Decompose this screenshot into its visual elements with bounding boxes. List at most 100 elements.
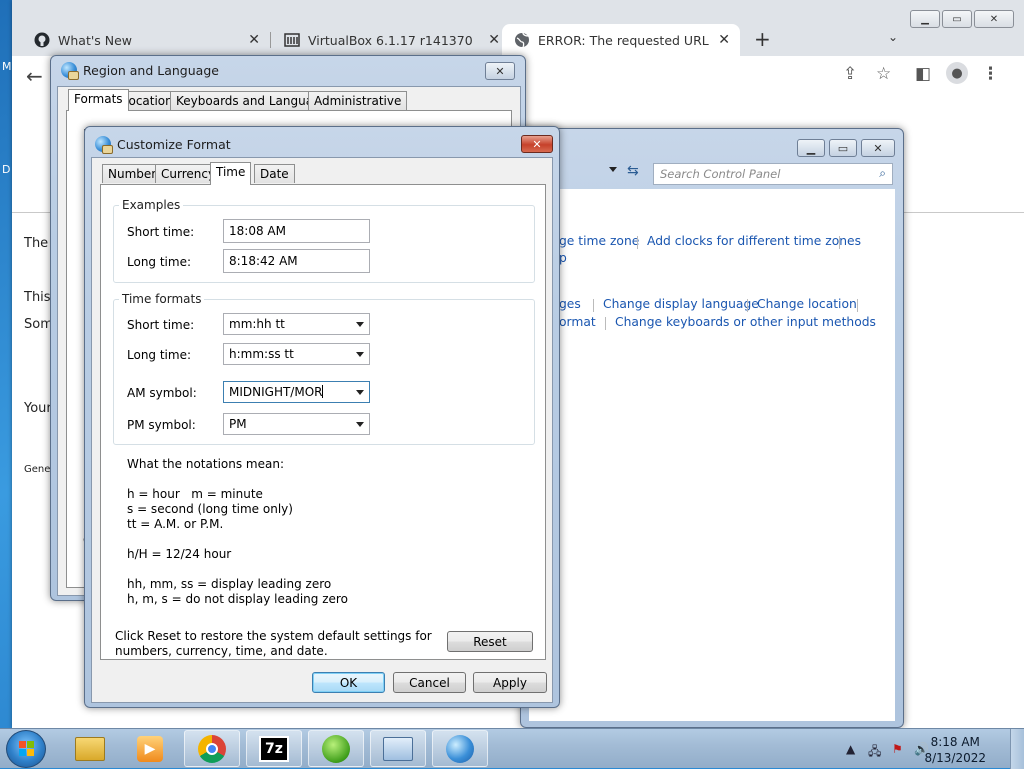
control-panel-window: ▁ ▭ ✕ ⇆ Search Control Panel ⌕ ge time z…	[520, 128, 904, 728]
cf-titlebar: Customize Format	[95, 136, 231, 154]
cp-content	[529, 189, 895, 721]
tab-title: ERROR: The requested URL could not	[538, 32, 713, 48]
close-window-button[interactable]: ✕	[974, 10, 1014, 28]
example-short-time-label: Short time:	[127, 225, 195, 239]
media-player-icon: ▶	[137, 735, 163, 762]
link-separator	[605, 317, 606, 330]
rl-close-button[interactable]: ✕	[485, 62, 515, 80]
link-change-keyboards[interactable]: Change keyboards or other input methods	[615, 315, 876, 329]
pm-symbol-label: PM symbol:	[127, 418, 196, 432]
am-symbol-label: AM symbol:	[127, 386, 197, 400]
profile-avatar-icon[interactable]: ●	[946, 62, 968, 84]
long-time-select[interactable]: h:mm:ss tt	[223, 343, 370, 365]
reset-button[interactable]: Reset	[447, 631, 533, 652]
ok-button[interactable]: OK	[312, 672, 385, 693]
network-icon[interactable]: 🖧	[868, 742, 881, 763]
tab-separator	[270, 32, 271, 48]
control-panel-icon	[383, 736, 413, 761]
minimize-button[interactable]: ▁	[910, 10, 940, 28]
cp-search-input[interactable]: Search Control Panel ⌕	[653, 163, 893, 185]
tab-whats-new[interactable]: What's New ✕	[22, 24, 271, 56]
back-arrow-icon[interactable]: ←	[26, 64, 43, 88]
bookmark-star-icon[interactable]: ☆	[876, 64, 891, 84]
taskbar-region-language[interactable]	[432, 730, 488, 767]
link-separator	[857, 299, 858, 312]
new-tab-button[interactable]: +	[754, 27, 771, 51]
cf-close-button[interactable]: ✕	[521, 135, 553, 153]
cancel-button[interactable]: Cancel	[393, 672, 466, 693]
pm-symbol-value[interactable]: PM	[229, 417, 247, 431]
apply-button[interactable]: Apply	[473, 672, 547, 693]
show-hidden-icons-icon[interactable]: ▲	[846, 742, 855, 756]
side-panel-icon[interactable]: ◧	[915, 64, 931, 84]
refresh-icon[interactable]: ⇆	[627, 163, 639, 179]
taskbar-media-player[interactable]: ▶	[122, 730, 178, 767]
tab-administrative[interactable]: Administrative	[308, 91, 408, 110]
link-languages[interactable]: ges	[559, 297, 581, 311]
dropdown-arrow-icon[interactable]	[609, 167, 617, 172]
pm-symbol-combobox[interactable]: PM	[223, 413, 370, 435]
clock-time: 8:18 AM	[930, 735, 980, 749]
search-icon[interactable]: ⌕	[879, 166, 886, 181]
cf-client-area: Numbers Currency Time Date Examples Shor…	[91, 157, 553, 703]
taskbar-chrome[interactable]	[184, 730, 240, 767]
tab-title: VirtualBox 6.1.17 r141370 : Oracle	[308, 32, 478, 48]
examples-group-label: Examples	[119, 198, 184, 212]
cp-close-button[interactable]: ✕	[861, 139, 895, 157]
globe-icon	[514, 32, 530, 48]
github-icon	[34, 32, 50, 48]
cf-title: Customize Format	[117, 136, 231, 152]
cp-minimize-button[interactable]: ▁	[797, 139, 825, 157]
link-change-display-language[interactable]: Change display language	[603, 297, 759, 311]
text-cursor	[322, 385, 324, 398]
notation-help-text: What the notations mean: h = hour m = mi…	[127, 457, 348, 606]
tab-error-active[interactable]: ERROR: The requested URL could not ✕	[502, 24, 740, 56]
link-format[interactable]: ormat	[559, 315, 596, 329]
dropdown-arrow-icon[interactable]	[356, 322, 364, 327]
menu-dots-icon[interactable]: ⋮	[982, 64, 999, 84]
example-long-time-label: Long time:	[127, 255, 192, 269]
desktop-edge-letter: M	[2, 60, 12, 73]
am-symbol-value[interactable]: MIDNIGHT/MOR	[229, 385, 322, 399]
cp-maximize-button[interactable]: ▭	[829, 139, 857, 157]
dropdown-arrow-icon[interactable]	[356, 390, 364, 395]
clock-date: 8/13/2022	[924, 751, 986, 765]
chrome-icon	[198, 734, 226, 763]
start-button[interactable]	[6, 730, 46, 768]
taskbar-explorer[interactable]	[62, 730, 118, 767]
archive-icon	[284, 32, 300, 48]
tab-search-chevron-icon[interactable]: ⌄	[888, 30, 898, 44]
taskbar-windows-update[interactable]	[308, 730, 364, 767]
browser-tab-strip: What's New ✕ VirtualBox 6.1.17 r141370 :…	[12, 0, 1024, 56]
show-desktop-button[interactable]	[1010, 729, 1024, 769]
share-icon[interactable]: ⇪	[843, 64, 857, 84]
region-globe-icon	[95, 136, 113, 154]
action-center-flag-icon[interactable]: ⚑	[892, 742, 903, 756]
short-time-select[interactable]: mm:hh tt	[223, 313, 370, 335]
7zip-icon: 7z	[259, 735, 289, 762]
rl-title: Region and Language	[83, 62, 219, 78]
close-tab-icon[interactable]: ✕	[488, 32, 500, 48]
customize-format-dialog: Customize Format ✕ Numbers Currency Time…	[84, 126, 560, 708]
close-tab-icon[interactable]: ✕	[718, 32, 730, 48]
link-change-location[interactable]: Change location	[757, 297, 857, 311]
rl-titlebar: Region and Language	[61, 62, 219, 80]
tray-clock[interactable]: 8:18 AM 8/13/2022	[924, 734, 986, 766]
am-symbol-combobox[interactable]: MIDNIGHT/MOR	[223, 381, 370, 403]
region-globe-icon	[61, 62, 79, 80]
page-text: This	[24, 290, 51, 305]
link-add-clocks[interactable]: Add clocks for different time zones	[647, 234, 861, 248]
link-separator	[839, 236, 840, 249]
tab-formats[interactable]: Formats	[68, 89, 129, 111]
dropdown-arrow-icon[interactable]	[356, 422, 364, 427]
tab-date[interactable]: Date	[254, 164, 295, 183]
maximize-button[interactable]: ▭	[942, 10, 972, 28]
taskbar-7zip[interactable]: 7z	[246, 730, 302, 767]
link-time-zone[interactable]: ge time zone	[559, 234, 639, 248]
dropdown-arrow-icon[interactable]	[356, 352, 364, 357]
tab-time[interactable]: Time	[210, 162, 252, 185]
link-partial[interactable]: p	[559, 251, 567, 265]
close-tab-icon[interactable]: ✕	[248, 32, 260, 48]
tab-virtualbox[interactable]: VirtualBox 6.1.17 r141370 : Oracle ✕	[272, 24, 510, 56]
taskbar-control-panel[interactable]	[370, 730, 426, 767]
